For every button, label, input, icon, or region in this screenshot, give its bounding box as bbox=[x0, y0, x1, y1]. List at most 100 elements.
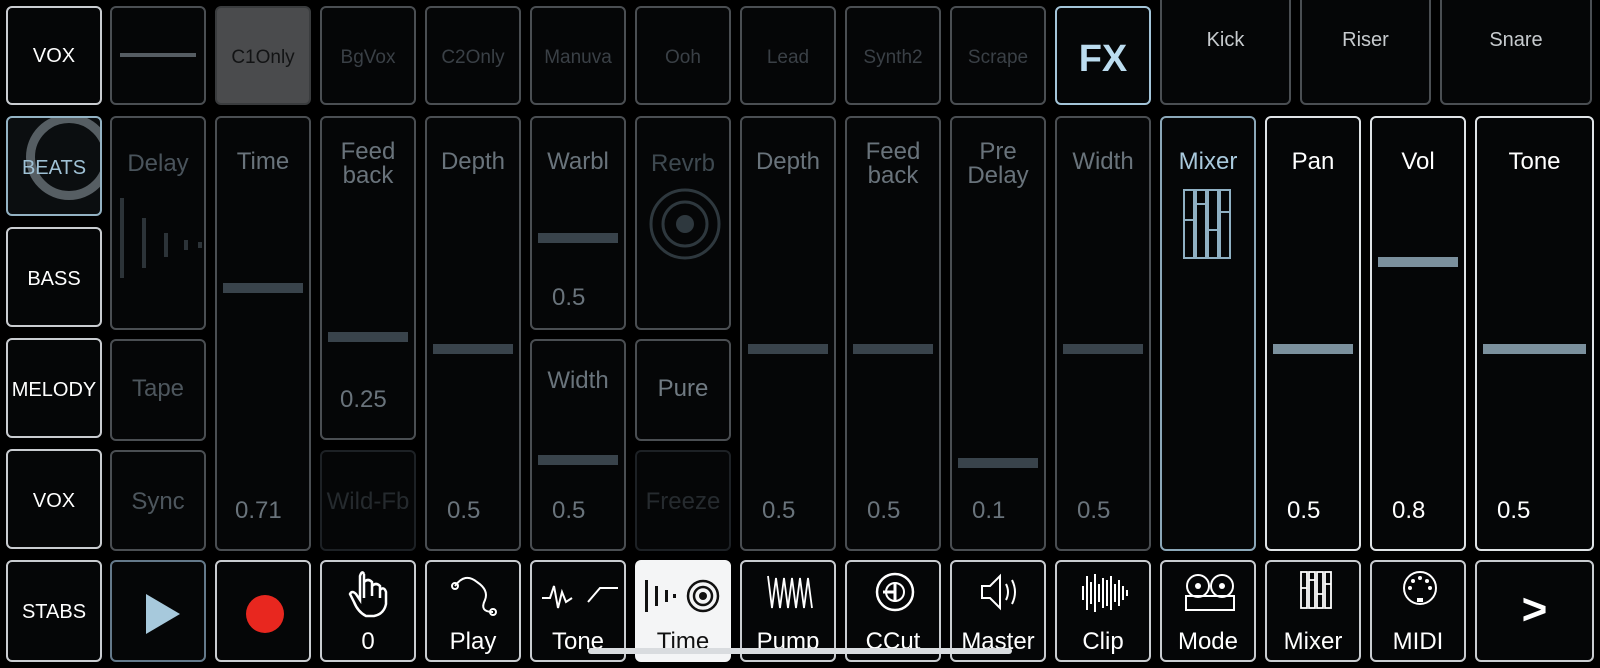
pan-slider[interactable]: Pan 0.5 bbox=[1265, 116, 1361, 551]
fx-button[interactable]: FX bbox=[1055, 6, 1151, 105]
touch-count-button[interactable]: 0 bbox=[320, 560, 416, 662]
pad-riser[interactable]: Riser bbox=[1300, 0, 1431, 105]
part-label: BEATS bbox=[21, 157, 87, 179]
nav-label: Play bbox=[449, 628, 497, 655]
slot-c2only[interactable]: C2Only bbox=[425, 6, 521, 105]
slider-handle[interactable] bbox=[223, 283, 303, 293]
slider-label: Warbl bbox=[547, 148, 609, 175]
slider-handle[interactable] bbox=[433, 344, 513, 354]
part-selector-vox[interactable]: VOX bbox=[6, 6, 102, 105]
slider-handle[interactable] bbox=[1378, 257, 1458, 267]
nav-label: MIDI bbox=[1392, 628, 1444, 655]
record-button[interactable] bbox=[215, 560, 311, 662]
slider-handle[interactable] bbox=[748, 344, 828, 354]
home-indicator bbox=[588, 648, 1012, 654]
nav-pump[interactable]: Pump bbox=[740, 560, 836, 662]
mixer-panel-button[interactable]: Mixer bbox=[1160, 116, 1256, 551]
slot-label: Lead bbox=[766, 47, 810, 68]
slider-handle[interactable] bbox=[1273, 344, 1353, 354]
nav-tone[interactable]: Tone bbox=[530, 560, 626, 662]
reverb-target-icon bbox=[649, 188, 721, 260]
slider-value: 0.5 bbox=[1077, 497, 1111, 524]
slot-synth2[interactable]: Synth2 bbox=[845, 6, 941, 105]
tape-toggle[interactable]: Tape bbox=[110, 339, 206, 441]
nav-mode[interactable]: Mode bbox=[1160, 560, 1256, 662]
slider-handle[interactable] bbox=[538, 455, 618, 465]
part-label: VOX bbox=[32, 490, 76, 512]
reverb-predelay-slider[interactable]: Pre Delay 0.1 bbox=[950, 116, 1046, 551]
delay-depth-slider[interactable]: Depth 0.5 bbox=[425, 116, 521, 551]
slot-bgvox[interactable]: BgVox bbox=[320, 6, 416, 105]
slider-value: 0.8 bbox=[1392, 497, 1426, 524]
delay-time-slider[interactable]: Time 0.71 bbox=[215, 116, 311, 551]
part-stabs[interactable]: STABS bbox=[6, 560, 102, 662]
pad-kick[interactable]: Kick bbox=[1160, 0, 1291, 105]
nav-mixer[interactable]: Mixer bbox=[1265, 560, 1361, 662]
sync-toggle[interactable]: Sync bbox=[110, 450, 206, 551]
wild-fb-label: Wild-Fb bbox=[326, 488, 410, 515]
slider-value: 0.5 bbox=[552, 284, 586, 311]
reverb-feedback-slider[interactable]: Feed back 0.5 bbox=[845, 116, 941, 551]
nav-midi[interactable]: MIDI bbox=[1370, 560, 1466, 662]
slider-handle[interactable] bbox=[853, 344, 933, 354]
part-vox[interactable]: VOX bbox=[6, 449, 102, 549]
midi-port-icon bbox=[1403, 571, 1437, 605]
slider-handle[interactable] bbox=[958, 458, 1038, 468]
slot-scrape[interactable]: Scrape bbox=[950, 6, 1046, 105]
nav-label: Mode bbox=[1177, 628, 1239, 655]
reverb-depth-slider[interactable]: Depth 0.5 bbox=[740, 116, 836, 551]
mixer-faders-icon bbox=[1183, 189, 1231, 259]
part-beats[interactable]: BEATS bbox=[6, 116, 102, 216]
hand-pointer-icon bbox=[348, 571, 388, 618]
slot-lead[interactable]: Lead bbox=[740, 6, 836, 105]
slider-value: 0.5 bbox=[1287, 497, 1321, 524]
delay-warble-slider[interactable]: Warbl 0.5 bbox=[530, 116, 626, 330]
part-melody[interactable]: MELODY bbox=[6, 338, 102, 438]
nav-master[interactable]: Master bbox=[950, 560, 1046, 662]
tone-slider[interactable]: Tone 0.5 bbox=[1475, 116, 1594, 551]
slider-label: Time bbox=[236, 148, 290, 175]
slider-value: 0.71 bbox=[235, 497, 282, 524]
tape-label: Tape bbox=[131, 375, 185, 402]
part-selector-label: VOX bbox=[32, 45, 76, 67]
delay-feedback-slider[interactable]: Feed back 0.25 bbox=[320, 116, 416, 440]
slider-handle[interactable] bbox=[1483, 344, 1586, 354]
reverb-label: Revrb bbox=[650, 150, 716, 177]
slot-label: BgVox bbox=[340, 47, 396, 68]
pad-snare[interactable]: Snare bbox=[1440, 0, 1592, 105]
next-page-button[interactable]: > bbox=[1475, 560, 1594, 662]
slot-manuva[interactable]: Manuva bbox=[530, 6, 626, 105]
delay-label: Delay bbox=[127, 150, 189, 177]
reverb-width-slider[interactable]: Width 0.5 bbox=[1055, 116, 1151, 551]
slider-handle[interactable] bbox=[1063, 344, 1143, 354]
delay-toggle[interactable]: Delay bbox=[110, 116, 206, 330]
nav-time[interactable]: Time bbox=[635, 560, 731, 662]
slider-value: 0.1 bbox=[972, 497, 1006, 524]
speaker-icon bbox=[981, 573, 1016, 611]
part-bass[interactable]: BASS bbox=[6, 227, 102, 327]
play-button[interactable] bbox=[110, 560, 206, 662]
wild-fb-toggle[interactable]: Wild-Fb bbox=[320, 450, 416, 551]
nav-ccut[interactable]: CCut bbox=[845, 560, 941, 662]
next-arrow-icon: > bbox=[1521, 585, 1548, 634]
sync-label: Sync bbox=[131, 488, 185, 515]
slot-ooh[interactable]: Ooh bbox=[635, 6, 731, 105]
vol-slider[interactable]: Vol 0.8 bbox=[1370, 116, 1466, 551]
slot-c1only[interactable]: C1Only bbox=[215, 6, 311, 105]
pad-label: Snare bbox=[1489, 29, 1543, 51]
record-icon bbox=[246, 595, 284, 633]
pump-wave-icon bbox=[767, 575, 813, 609]
delay-reverb-icon bbox=[645, 579, 720, 613]
pure-toggle[interactable]: Pure bbox=[635, 339, 731, 441]
delay-width-slider[interactable]: Width 0.5 bbox=[530, 339, 626, 551]
pure-label: Pure bbox=[657, 375, 709, 402]
nav-play[interactable]: Play bbox=[425, 560, 521, 662]
slider-label: Width bbox=[547, 367, 609, 394]
slot-empty[interactable] bbox=[110, 6, 206, 105]
slider-handle[interactable] bbox=[538, 233, 618, 243]
slider-handle[interactable] bbox=[328, 332, 408, 342]
slider-label: Depth bbox=[755, 148, 821, 175]
freeze-toggle[interactable]: Freeze bbox=[635, 450, 731, 551]
reverb-toggle[interactable]: Revrb bbox=[635, 116, 731, 330]
nav-clip[interactable]: Clip bbox=[1055, 560, 1151, 662]
